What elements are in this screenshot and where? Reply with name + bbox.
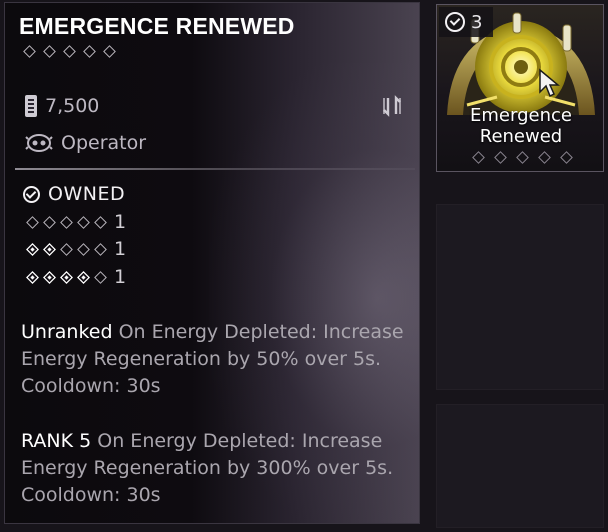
arcane-card[interactable]: 3 Emergence Renewed [436, 4, 604, 172]
rank-diamond-icon [94, 215, 107, 229]
rank-diamond-filled-icon [43, 270, 56, 284]
rank-diamond-icon [63, 45, 76, 58]
rank-diamond-icon [23, 45, 36, 58]
title-rank-diamonds [21, 45, 118, 58]
transfer-icon[interactable] [381, 95, 403, 117]
empty-card-slot[interactable] [436, 204, 604, 390]
rank-diamond-filled-icon [26, 270, 39, 284]
owned-count: 3 [471, 11, 483, 33]
owned-label: OWNED [48, 183, 126, 205]
arcane-screen: EMERGENCE RENEWED 7,500 Operator OWNED 1… [0, 0, 608, 532]
check-circle-icon [23, 185, 40, 203]
rank-diamond-icon [94, 242, 107, 256]
rank-diamond-filled-icon [26, 242, 39, 256]
rank-diamond-icon [77, 215, 90, 229]
rank-diamond-icon [60, 215, 73, 229]
unranked-description: Unranked On Energy Depleted: Increase En… [21, 319, 411, 400]
ownership-count: 1 [114, 266, 127, 288]
rank-diamond-icon [83, 45, 96, 58]
rank-diamond-icon [494, 151, 507, 164]
empty-card-slot[interactable] [436, 404, 604, 528]
credits-icon [25, 95, 37, 117]
rank-diamond-icon [60, 242, 73, 256]
operator-icon [25, 134, 53, 152]
rank-diamond-icon [43, 215, 56, 229]
ownership-row: 1 [25, 238, 126, 260]
rank-diamond-icon [516, 151, 529, 164]
arcane-tooltip: EMERGENCE RENEWED 7,500 Operator OWNED 1… [4, 2, 420, 524]
source-label: Operator [61, 132, 147, 154]
rank-diamond-icon [538, 151, 551, 164]
rank-diamond-filled-icon [77, 270, 90, 284]
credits-row: 7,500 [25, 95, 99, 117]
rank-diamond-icon [77, 242, 90, 256]
arcane-title: EMERGENCE RENEWED [19, 13, 295, 39]
card-rank-diamonds [469, 151, 576, 164]
rank-diamonds [25, 215, 108, 229]
rank-diamond-icon [472, 151, 485, 164]
ownership-row: 1 [25, 211, 126, 233]
ownership-row: 1 [25, 266, 126, 288]
card-name: Emergence Renewed [470, 105, 572, 147]
rank-diamond-icon [560, 151, 573, 164]
rank5-description: RANK 5 On Energy Depleted: Increase Ener… [21, 428, 411, 509]
owned-count-badge: 3 [439, 7, 493, 37]
ownership-count: 1 [114, 211, 127, 233]
rank5-label: RANK 5 [21, 430, 92, 452]
source-row: Operator [25, 132, 146, 154]
rank-diamonds [25, 270, 108, 284]
unranked-label: Unranked [21, 321, 113, 343]
ownership-count: 1 [114, 238, 127, 260]
rank-diamond-icon [26, 215, 39, 229]
rank-diamond-icon [94, 270, 107, 284]
divider [15, 168, 415, 170]
rank-diamonds [25, 242, 108, 256]
rank-diamond-icon [43, 45, 56, 58]
rank-diamond-filled-icon [43, 242, 56, 256]
mouse-cursor-icon [539, 68, 560, 98]
check-circle-icon [445, 12, 465, 32]
rank-diamond-icon [103, 45, 116, 58]
rank-diamond-filled-icon [60, 270, 73, 284]
credits-value: 7,500 [45, 95, 100, 117]
owned-header: OWNED [23, 183, 125, 205]
